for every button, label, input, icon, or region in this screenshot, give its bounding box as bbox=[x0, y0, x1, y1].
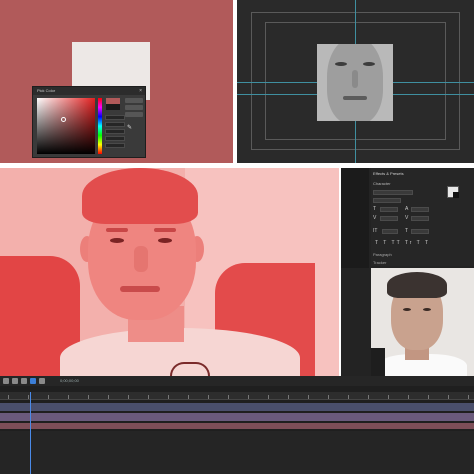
ruler-tick bbox=[8, 395, 9, 399]
ruler-tick bbox=[88, 395, 89, 399]
green-field[interactable] bbox=[105, 143, 125, 148]
playhead[interactable] bbox=[30, 392, 31, 474]
saturation-field[interactable] bbox=[105, 122, 125, 127]
nose bbox=[352, 70, 358, 88]
ruler-tick bbox=[168, 395, 169, 399]
comp-flowchart-icon[interactable] bbox=[12, 378, 18, 384]
left-eye bbox=[335, 62, 347, 66]
ok-button[interactable] bbox=[125, 98, 143, 103]
ruler-tick bbox=[108, 395, 109, 399]
ruler-tick bbox=[388, 395, 389, 399]
kerning-field[interactable] bbox=[380, 216, 398, 221]
left-eyebrow bbox=[106, 228, 128, 232]
ruler-tick bbox=[448, 395, 449, 399]
webcam-overlay bbox=[371, 268, 474, 376]
mug bbox=[170, 362, 210, 376]
ruler-tick bbox=[288, 395, 289, 399]
add-to-swatches-button[interactable] bbox=[125, 112, 143, 117]
grayscale-face-layer[interactable] bbox=[317, 44, 393, 121]
color-value-fields bbox=[105, 115, 125, 150]
tracker-section-label[interactable]: Tracker bbox=[373, 260, 386, 265]
cancel-button[interactable] bbox=[125, 105, 143, 110]
right-eye bbox=[158, 238, 172, 243]
nose bbox=[134, 246, 148, 272]
kerning-icon: V bbox=[373, 215, 377, 221]
ruler-tick bbox=[348, 395, 349, 399]
text-style-buttons[interactable]: T T TT Tr T T bbox=[375, 240, 430, 246]
color-picker-dialog[interactable]: Pick Color × ✎ bbox=[32, 86, 146, 158]
text-size-icon: T bbox=[373, 206, 377, 212]
graph-editor-icon[interactable] bbox=[39, 378, 45, 384]
ruler-tick bbox=[468, 395, 469, 399]
tracking-field[interactable] bbox=[411, 216, 429, 221]
hue-field[interactable] bbox=[105, 115, 125, 120]
side-panels: Effects & Presets Character T A V V IT T… bbox=[341, 168, 474, 376]
time-ruler[interactable] bbox=[0, 392, 474, 400]
ruler-tick bbox=[48, 395, 49, 399]
close-icon[interactable]: × bbox=[139, 87, 142, 95]
red-field[interactable] bbox=[105, 136, 125, 141]
current-color-swatch bbox=[106, 104, 120, 110]
ruler-tick bbox=[228, 395, 229, 399]
ruler-tick bbox=[248, 395, 249, 399]
hair bbox=[82, 168, 198, 224]
character-panel: Effects & Presets Character T A V V IT T… bbox=[371, 168, 474, 266]
font-family-dropdown[interactable] bbox=[373, 190, 413, 195]
layer-track[interactable] bbox=[0, 403, 474, 411]
layer-track[interactable] bbox=[0, 413, 474, 421]
empty-track-area bbox=[0, 431, 474, 474]
ruler-tick bbox=[268, 395, 269, 399]
eyedropper-icon[interactable]: ✎ bbox=[127, 124, 132, 131]
search-icon[interactable] bbox=[3, 378, 9, 384]
motion-blur-icon[interactable] bbox=[30, 378, 36, 384]
left-eye bbox=[110, 238, 124, 243]
ruler-tick bbox=[368, 395, 369, 399]
ruler-tick bbox=[408, 395, 409, 399]
horizontal-scale-icon: T bbox=[405, 228, 409, 234]
tracking-icon: V bbox=[405, 215, 409, 221]
vertical-scale-field[interactable] bbox=[382, 229, 398, 234]
right-eye bbox=[363, 62, 375, 66]
mouth bbox=[343, 96, 367, 100]
paragraph-section-label[interactable]: Paragraph bbox=[373, 252, 392, 257]
webcam-right-eye bbox=[423, 308, 431, 311]
draft-3d-icon[interactable] bbox=[21, 378, 27, 384]
ruler-tick bbox=[148, 395, 149, 399]
timeline-toolbar: 0;00;00;00 bbox=[0, 376, 474, 386]
color-picker-title: Pick Color bbox=[33, 87, 145, 95]
brightness-field[interactable] bbox=[105, 129, 125, 134]
ruler-tick bbox=[428, 395, 429, 399]
timecode-display[interactable]: 0;00;00;00 bbox=[60, 377, 79, 385]
timeline-panel: 0;00;00;00 bbox=[0, 376, 474, 474]
ruler-tick bbox=[328, 395, 329, 399]
leading-field[interactable] bbox=[411, 207, 429, 212]
ruler-tick bbox=[68, 395, 69, 399]
hue-slider[interactable] bbox=[98, 98, 102, 154]
webcam-left-eye bbox=[403, 308, 411, 311]
webcam-hair bbox=[387, 272, 447, 298]
panel-title[interactable]: Effects & Presets bbox=[373, 171, 404, 176]
vertical-scale-icon: IT bbox=[373, 228, 378, 234]
stroke-color-swatch[interactable] bbox=[453, 192, 459, 198]
leading-icon: A bbox=[405, 206, 409, 212]
ruler-tick bbox=[208, 395, 209, 399]
canvas-panel: Pick Color × ✎ bbox=[0, 0, 233, 163]
red-tinted-video-frame[interactable] bbox=[0, 168, 339, 376]
character-section-label[interactable]: Character bbox=[373, 181, 391, 186]
font-style-dropdown[interactable] bbox=[373, 198, 401, 203]
font-size-field[interactable] bbox=[380, 207, 398, 212]
ruler-tick bbox=[128, 395, 129, 399]
composition-viewer[interactable] bbox=[237, 0, 474, 163]
right-eyebrow bbox=[154, 228, 176, 232]
ruler-tick bbox=[188, 395, 189, 399]
microphone bbox=[371, 348, 385, 376]
horizontal-scale-field[interactable] bbox=[411, 229, 429, 234]
layer-track[interactable] bbox=[0, 423, 474, 429]
ruler-tick bbox=[308, 395, 309, 399]
mouth bbox=[120, 286, 160, 292]
saturation-value-field[interactable] bbox=[37, 98, 95, 154]
color-cursor[interactable] bbox=[61, 117, 66, 122]
ruler-tick bbox=[28, 395, 29, 399]
tool-strip bbox=[341, 168, 369, 268]
